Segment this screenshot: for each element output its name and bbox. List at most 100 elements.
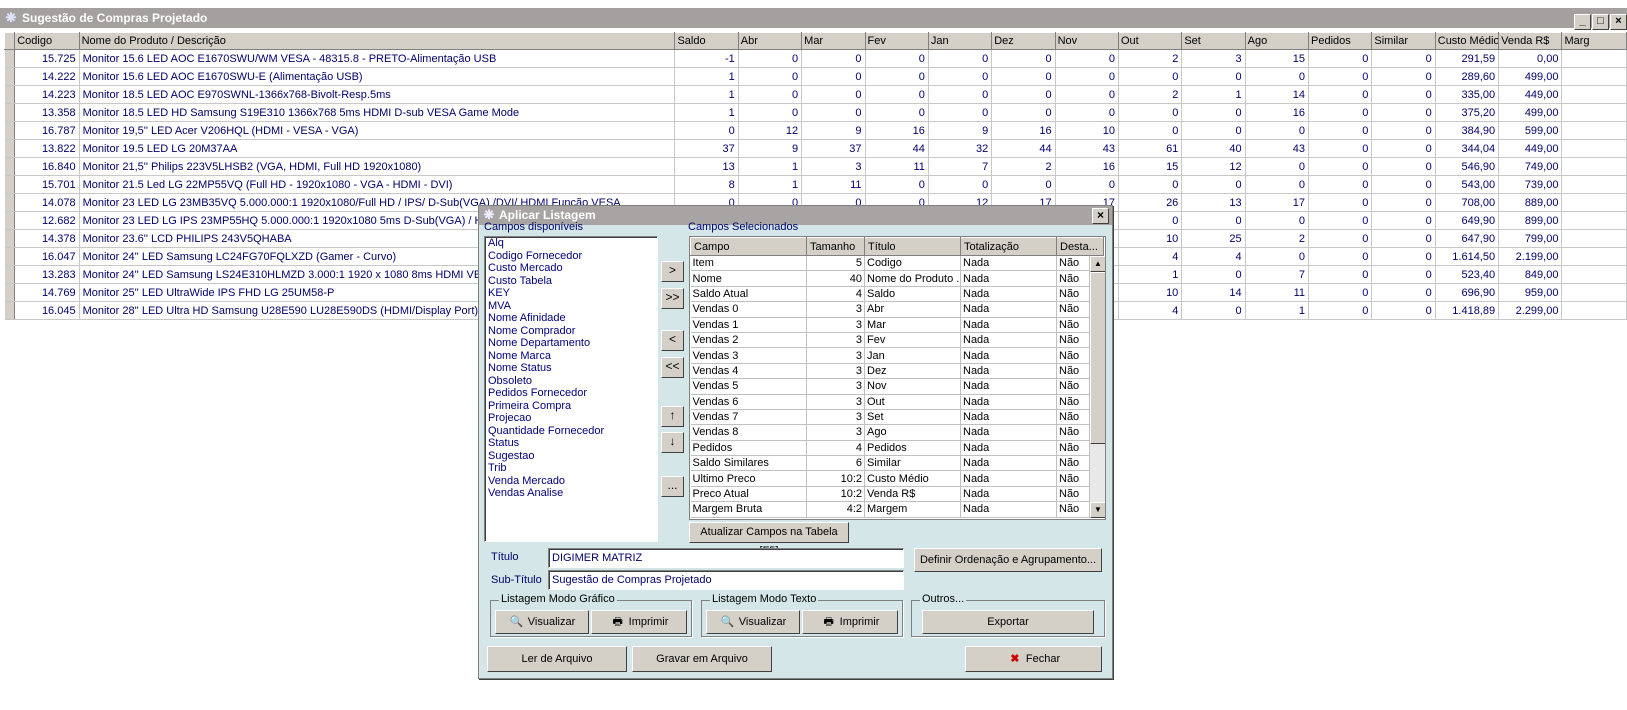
row-indicator[interactable] (4, 139, 16, 158)
more-options-button[interactable]: ... (661, 476, 684, 497)
move-down-button[interactable]: ↓ (661, 432, 684, 453)
selected-cell[interactable]: Venda R$ (864, 486, 961, 503)
selected-row[interactable]: Vendas 3 3 Jan Nada Não (690, 347, 1104, 364)
table-cell[interactable]: 13 (674, 157, 739, 176)
selected-cell[interactable]: 4 (806, 286, 865, 303)
table-row[interactable]: 14.222 Monitor 15.6 LED AOC E1670SWU-E (A… (4, 67, 1627, 86)
move-all-right-button[interactable]: >> (661, 288, 684, 309)
selected-row[interactable]: Preco Atual 10:2 Venda R$ Nada Não (690, 486, 1104, 503)
selected-cell[interactable]: Vendas 1 (690, 317, 807, 333)
selected-cell[interactable]: Similar (864, 455, 961, 472)
table-cell[interactable]: 0 (1308, 283, 1373, 302)
list-item[interactable]: Nome Departamento (485, 337, 657, 350)
table-cell[interactable]: 0 (1371, 229, 1436, 248)
selected-cell[interactable]: Nada (960, 486, 1057, 503)
selected-cell[interactable]: Codigo (864, 255, 961, 272)
table-cell[interactable]: 0 (1308, 157, 1373, 176)
table-cell[interactable]: 0 (991, 85, 1056, 104)
table-cell[interactable]: 0 (1308, 121, 1373, 140)
table-cell[interactable]: 0 (738, 103, 803, 122)
table-cell[interactable]: 739,00 (1498, 175, 1563, 194)
selected-cell[interactable]: 40 (806, 270, 865, 287)
table-cell[interactable]: 2 (1118, 85, 1183, 104)
selected-cell[interactable]: Mar (864, 317, 961, 333)
table-cell[interactable]: 0 (928, 85, 993, 104)
close-button[interactable]: × (1610, 14, 1627, 30)
table-cell[interactable]: 14 (1181, 283, 1246, 302)
table-cell[interactable]: 10 (1055, 121, 1119, 140)
table-cell[interactable]: 43 (1055, 139, 1119, 158)
table-cell[interactable]: 0 (1245, 175, 1310, 194)
table-cell[interactable]: 0 (1371, 139, 1436, 158)
row-indicator[interactable] (4, 193, 16, 212)
grid-header-cell[interactable]: Venda R$ (1498, 32, 1563, 50)
selected-header-cell[interactable]: Campo (690, 237, 807, 256)
table-cell[interactable]: 0 (1118, 121, 1183, 140)
table-cell[interactable]: Monitor 21,5'' Philips 223V5LHSB2 (VGA, … (79, 157, 676, 176)
list-item[interactable]: Trib (485, 462, 657, 475)
list-item[interactable]: Venda Mercado (485, 475, 657, 488)
selected-cell[interactable]: Vendas 3 (690, 347, 807, 364)
row-indicator[interactable] (4, 301, 16, 320)
table-cell[interactable]: 40 (1181, 139, 1246, 158)
table-cell[interactable]: 889,00 (1498, 193, 1563, 212)
selected-row[interactable]: Vendas 2 3 Fev Nada Não (690, 332, 1104, 349)
grid-header-cell[interactable]: Nov (1054, 32, 1119, 50)
table-cell[interactable]: 523,40 (1435, 265, 1500, 284)
table-cell[interactable]: 696,90 (1435, 283, 1500, 302)
move-all-left-button[interactable]: << (661, 357, 684, 378)
list-item[interactable]: Status (485, 437, 657, 450)
table-cell[interactable]: 0 (1308, 211, 1373, 230)
table-cell[interactable]: 16 (991, 121, 1056, 140)
table-cell[interactable]: 0 (991, 175, 1056, 194)
grid-header-cell[interactable]: Marg (1561, 32, 1627, 50)
table-cell[interactable]: 7 (1245, 265, 1310, 284)
selected-cell[interactable]: Jan (864, 347, 961, 364)
selected-cell[interactable]: 3 (806, 317, 865, 333)
row-indicator[interactable] (4, 121, 16, 140)
table-cell[interactable]: 1 (738, 157, 803, 176)
table-cell[interactable]: 0 (991, 67, 1056, 86)
selected-row[interactable]: Saldo Similares 6 Similar Nada Não (690, 455, 1104, 472)
table-cell[interactable]: 0 (1371, 157, 1436, 176)
table-cell[interactable]: 0 (1181, 211, 1246, 230)
row-indicator[interactable] (4, 265, 16, 284)
table-cell[interactable]: 959,00 (1498, 283, 1563, 302)
row-indicator[interactable] (4, 49, 16, 68)
selected-cell[interactable]: 3 (806, 301, 865, 318)
table-cell[interactable]: 647,90 (1435, 229, 1500, 248)
grid-header-cell[interactable]: Abr (737, 32, 803, 50)
selected-row[interactable]: Item 5 Codigo Nada Não (690, 255, 1104, 272)
titulo-input[interactable]: DIGIMER MATRIZ (548, 548, 904, 568)
table-cell[interactable]: 0,00 (1498, 49, 1563, 68)
table-cell[interactable] (1561, 67, 1627, 86)
table-cell[interactable]: 25 (1181, 229, 1246, 248)
selected-cell[interactable]: 3 (806, 394, 865, 410)
table-cell[interactable] (1561, 283, 1627, 302)
table-cell[interactable] (1561, 301, 1627, 320)
list-item[interactable]: Nome Status (485, 362, 657, 375)
table-cell[interactable]: 44 (865, 139, 929, 158)
selected-cell[interactable]: Nada (960, 363, 1057, 380)
selected-cell[interactable]: Vendas 2 (690, 332, 807, 349)
table-cell[interactable] (1561, 247, 1627, 266)
row-indicator[interactable] (4, 103, 16, 122)
table-cell[interactable]: Monitor 21.5 Led LG 22MP55VQ (Full HD - … (79, 175, 676, 194)
table-cell[interactable]: 708,00 (1435, 193, 1500, 212)
selected-cell[interactable]: Nada (960, 378, 1057, 395)
table-cell[interactable]: 0 (1371, 247, 1436, 266)
row-indicator[interactable] (4, 85, 16, 104)
table-cell[interactable] (1561, 193, 1627, 212)
table-cell[interactable]: 0 (801, 85, 866, 104)
table-cell[interactable]: 0 (928, 175, 993, 194)
list-item[interactable]: Custo Tabela (485, 275, 657, 288)
table-cell[interactable]: 0 (1245, 121, 1310, 140)
table-cell[interactable]: Monitor 19.5 LED LG 20M37AA (79, 139, 676, 158)
table-cell[interactable]: 335,00 (1435, 85, 1500, 104)
update-fields-button[interactable]: Atualizar Campos na Tabela [F5] (689, 522, 849, 557)
table-cell[interactable]: 0 (928, 103, 993, 122)
row-indicator[interactable] (4, 283, 16, 302)
table-cell[interactable]: 0 (991, 103, 1056, 122)
table-cell[interactable]: 0 (1181, 103, 1246, 122)
table-cell[interactable]: 0 (1371, 175, 1436, 194)
